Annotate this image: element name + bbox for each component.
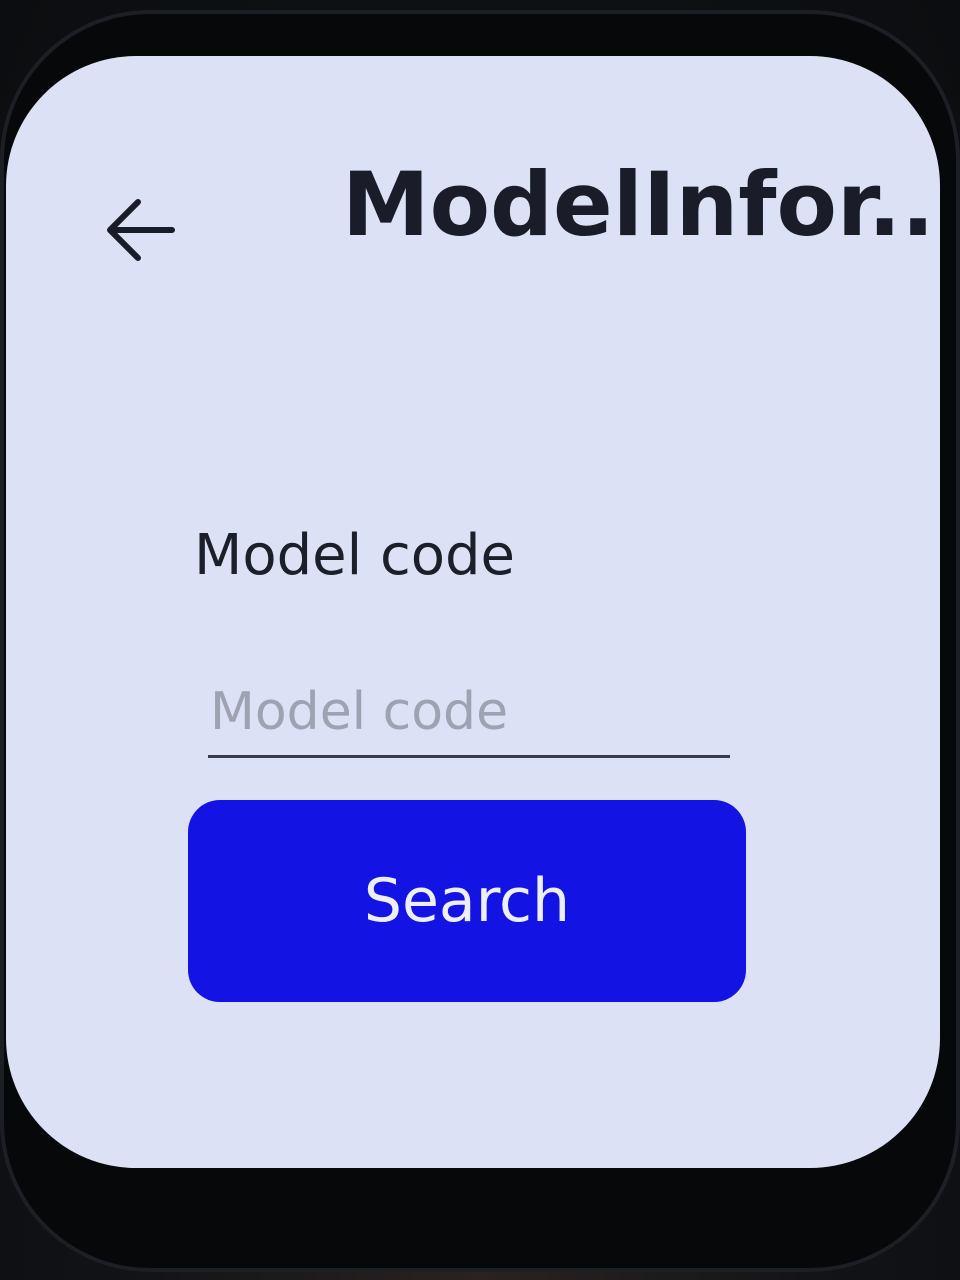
model-code-field <box>208 668 730 758</box>
arrow-left-icon <box>107 199 175 261</box>
watch-device: ModelInfor... Model code Search <box>0 0 960 1280</box>
watch-screen: ModelInfor... Model code Search <box>6 56 940 1168</box>
model-code-label: Model code <box>194 523 515 588</box>
page-title: ModelInfor... <box>342 153 940 256</box>
back-button[interactable] <box>88 178 192 282</box>
search-button[interactable]: Search <box>188 800 746 1002</box>
watch-bezel: ModelInfor... Model code Search <box>0 10 960 1272</box>
model-code-input[interactable] <box>208 668 730 758</box>
